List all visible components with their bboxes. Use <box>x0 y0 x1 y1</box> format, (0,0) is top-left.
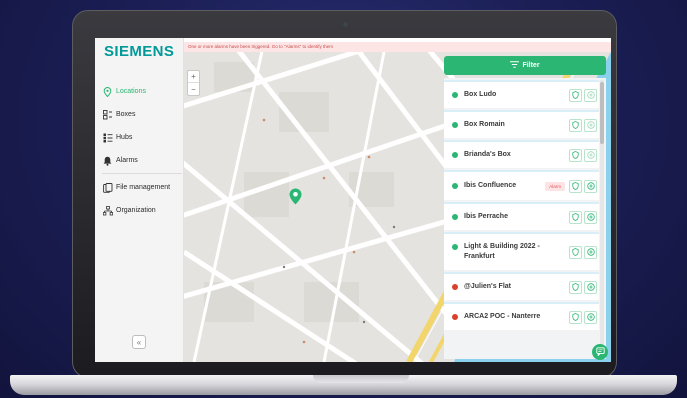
location-name: Box Ludo <box>464 91 497 98</box>
status-dot <box>452 284 458 290</box>
laptop-notch <box>313 375 409 383</box>
status-dot <box>452 314 458 320</box>
status-dot <box>452 244 458 250</box>
list-item[interactable]: @Julien's Flat <box>444 272 599 300</box>
alarm-badge: Alarm <box>545 181 565 191</box>
sidebar-item-locations[interactable]: Locations <box>102 80 182 103</box>
location-name: Ibis Confluence <box>464 182 517 189</box>
sidebar-item-hubs[interactable]: Hubs <box>102 126 182 149</box>
sidebar-item-label: Boxes <box>116 111 136 118</box>
location-name: Ibis Perrache <box>464 213 508 220</box>
add-icon[interactable] <box>584 88 597 102</box>
sidebar-item-label: Hubs <box>116 134 133 141</box>
status-dot <box>452 92 458 98</box>
filter-icon <box>510 61 520 70</box>
sidebar-item-label: Alarms <box>116 157 138 164</box>
sidebar-divider <box>102 173 182 174</box>
list-item[interactable]: Box Ludo <box>444 80 599 108</box>
map-zoom-control: + − <box>187 70 200 96</box>
shield-icon[interactable] <box>569 148 582 162</box>
add-icon[interactable] <box>584 210 597 224</box>
list-item[interactable]: ARCA2 POC - Nanterre <box>444 302 599 330</box>
sidebar-item-file-management[interactable]: File management <box>102 176 182 199</box>
list-item[interactable]: Ibis Confluence Alarm <box>444 170 599 200</box>
hubs-icon <box>102 132 113 143</box>
status-dot <box>452 183 458 189</box>
sidebar-item-label: File management <box>116 184 171 191</box>
shield-icon[interactable] <box>569 179 582 193</box>
zoom-in-button[interactable]: + <box>188 71 199 83</box>
location-name: @Julien's Flat <box>464 283 512 290</box>
filter-button-label: Filter <box>522 62 540 69</box>
shield-icon[interactable] <box>569 118 582 132</box>
sidebar-item-organization[interactable]: Organization <box>102 199 182 222</box>
app-screen: SIEMENS Locations Boxes Hubs Alarms File… <box>95 38 611 362</box>
status-dot <box>452 122 458 128</box>
add-icon[interactable] <box>584 310 597 324</box>
siemens-logo: SIEMENS <box>104 43 175 60</box>
organization-icon <box>102 205 113 216</box>
location-pin-icon <box>102 86 113 97</box>
alarm-banner[interactable]: One or more alarms have been triggered. … <box>184 42 611 52</box>
add-icon[interactable] <box>584 179 597 193</box>
sidebar-item-alarms[interactable]: Alarms <box>102 149 182 172</box>
add-icon[interactable] <box>584 245 597 259</box>
shield-icon[interactable] <box>569 88 582 102</box>
sidebar-item-boxes[interactable]: Boxes <box>102 103 182 126</box>
list-item[interactable]: Brianda's Box <box>444 140 599 168</box>
add-icon[interactable] <box>584 280 597 294</box>
location-name: Brianda's Box <box>464 151 511 158</box>
sidebar-item-label: Organization <box>116 207 156 214</box>
shield-icon[interactable] <box>569 280 582 294</box>
filter-button[interactable]: Filter <box>444 56 606 75</box>
bell-icon <box>102 155 113 166</box>
status-dot <box>452 214 458 220</box>
location-name: Light & Building 2022 - Frankfurt <box>464 243 540 260</box>
boxes-icon <box>102 109 113 120</box>
shield-icon[interactable] <box>569 245 582 259</box>
shield-icon[interactable] <box>569 210 582 224</box>
camera-icon <box>343 22 348 27</box>
list-item[interactable]: Box Romain <box>444 110 599 138</box>
list-item[interactable]: Light & Building 2022 - Frankfurt <box>444 232 599 270</box>
sidebar: SIEMENS Locations Boxes Hubs Alarms File… <box>95 38 184 362</box>
location-name: ARCA2 POC - Nanterre <box>464 313 541 320</box>
location-name: Box Romain <box>464 121 505 128</box>
file-icon <box>102 182 113 193</box>
chat-icon <box>595 343 605 361</box>
sidebar-nav: Locations Boxes Hubs Alarms File managem… <box>102 80 182 222</box>
list-item[interactable]: Ibis Perrache <box>444 202 599 230</box>
location-list[interactable]: Box Ludo Box Romain Brianda's Box Ibis C… <box>444 78 606 359</box>
status-dot <box>452 152 458 158</box>
laptop-base <box>10 375 677 395</box>
add-icon[interactable] <box>584 148 597 162</box>
zoom-out-button[interactable]: − <box>188 83 199 95</box>
sidebar-item-label: Locations <box>116 88 146 95</box>
chat-button[interactable] <box>592 344 608 360</box>
add-icon[interactable] <box>584 118 597 132</box>
list-scroll-thumb[interactable] <box>600 82 604 144</box>
collapse-sidebar-button[interactable]: « <box>132 335 146 349</box>
shield-icon[interactable] <box>569 310 582 324</box>
